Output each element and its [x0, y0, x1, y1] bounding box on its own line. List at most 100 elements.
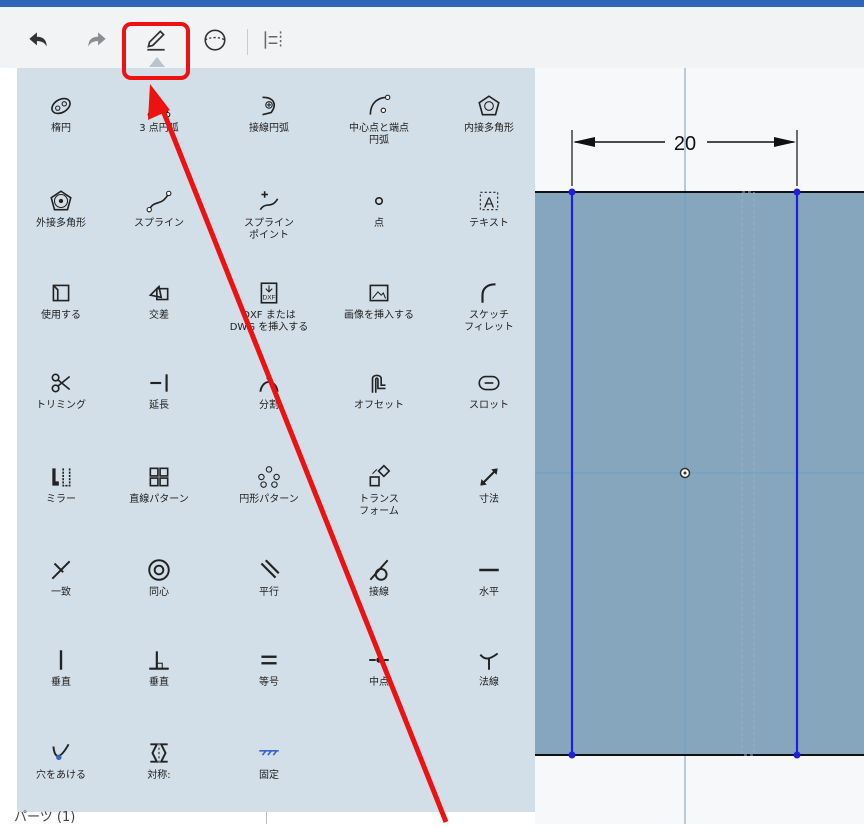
svg-text:A: A [484, 195, 495, 212]
text-icon: A [444, 187, 534, 215]
tool-use[interactable]: 使用する [16, 279, 106, 322]
parallel-icon [224, 556, 314, 584]
tool-label: 接線 [369, 587, 389, 598]
dimension-icon [444, 463, 534, 491]
tool-equal[interactable]: 等号 [224, 646, 314, 689]
parts-bar: パーツ (1) [0, 810, 535, 825]
tool-spline-point[interactable]: スプライン ポイント [224, 187, 314, 242]
linear-pattern-icon [114, 463, 204, 491]
tool-three-point-arc[interactable]: 3 点円弧 [114, 92, 204, 135]
ellipse-icon [16, 92, 106, 120]
tool-label: 内接多角形 [464, 123, 514, 134]
tool-label: 分割 [259, 400, 279, 411]
tool-horizontal[interactable]: 水平 [444, 556, 534, 599]
tool-label: 交差 [149, 310, 169, 321]
tool-center-arc[interactable]: 中心点と端点 円弧 [334, 92, 424, 147]
tool-label: 楕円 [51, 123, 71, 134]
spline-icon [114, 187, 204, 215]
sphere-icon[interactable] [198, 23, 232, 57]
sketch-canvas[interactable]: 20 [535, 68, 864, 824]
tool-transform[interactable]: トランス フォーム [334, 463, 424, 518]
dimension-arrow-left [573, 137, 595, 147]
tool-symmetric[interactable]: 対称: [114, 739, 204, 782]
tool-label: 等号 [259, 677, 279, 688]
tool-tangent-arc[interactable]: 接線円弧 [224, 92, 314, 135]
perpendicular-icon [114, 646, 204, 674]
trim-icon [16, 369, 106, 397]
tool-label: 3 点円弧 [139, 123, 179, 134]
use-icon [16, 279, 106, 307]
tool-extend[interactable]: 延長 [114, 369, 204, 412]
tool-linear-pattern[interactable]: 直線パターン [114, 463, 204, 506]
tool-label: 外接多角形 [36, 218, 86, 229]
tool-inscribed-polygon[interactable]: 内接多角形 [444, 92, 534, 135]
tool-label: DXF または DWG を挿入する [229, 310, 309, 333]
tool-tangent[interactable]: 接線 [334, 556, 424, 599]
tool-label: 垂直 [149, 677, 169, 688]
tool-label: 水平 [479, 587, 499, 598]
tool-slot[interactable]: スロット [444, 369, 534, 412]
normal-icon [444, 646, 534, 674]
list-icon[interactable] [256, 23, 290, 57]
tool-midpoint[interactable]: 中点 [334, 646, 424, 689]
undo-icon[interactable] [21, 23, 55, 57]
tool-spline[interactable]: スプライン [114, 187, 204, 230]
pierce-icon [16, 739, 106, 767]
divider [266, 812, 267, 824]
tool-label: 法線 [479, 677, 499, 688]
dxf-icon: DXF [224, 279, 314, 307]
fillet-icon [444, 279, 534, 307]
concentric-icon [114, 556, 204, 584]
tool-point[interactable]: 点 [334, 187, 424, 230]
tool-concentric[interactable]: 同心 [114, 556, 204, 599]
tool-circumscribed-polygon[interactable]: 外接多角形 [16, 187, 106, 230]
tool-image[interactable]: 画像を挿入する [334, 279, 424, 322]
tool-label: テキスト [469, 218, 509, 229]
parts-label[interactable]: パーツ (1) [14, 806, 75, 825]
tool-label: 画像を挿入する [344, 310, 414, 321]
tool-circular-pattern[interactable]: 円形パターン [224, 463, 314, 506]
tool-vertical[interactable]: 垂直 [16, 646, 106, 689]
tool-label: 同心 [149, 587, 169, 598]
tool-label: 固定 [259, 770, 279, 781]
svg-text:DXF: DXF [263, 295, 276, 302]
tool-label: 垂直 [51, 677, 71, 688]
tool-coincident[interactable]: 一致 [16, 556, 106, 599]
top-accent-line [0, 0, 864, 7]
tool-fix[interactable]: 固定 [224, 739, 314, 782]
tool-label: ミラー [46, 494, 76, 505]
tool-dimension[interactable]: 寸法 [444, 463, 534, 506]
tool-dxf[interactable]: DXF DXF または DWG を挿入する [224, 279, 314, 334]
circular-pattern-icon [224, 463, 314, 491]
tool-label: 穴をあける [36, 770, 86, 781]
equal-icon [224, 646, 314, 674]
tool-parallel[interactable]: 平行 [224, 556, 314, 599]
tool-pierce[interactable]: 穴をあける [16, 739, 106, 782]
vertex-point [793, 188, 801, 196]
tool-label: スプライン ポイント [244, 218, 294, 241]
tool-offset[interactable]: オフセット [334, 369, 424, 412]
tool-ellipse[interactable]: 楕円 [16, 92, 106, 135]
tool-text[interactable]: A テキスト [444, 187, 534, 230]
tool-label: 円形パターン [239, 494, 299, 505]
mirror-icon [16, 463, 106, 491]
redo-icon[interactable] [80, 23, 114, 57]
tool-label: スロット [469, 400, 509, 411]
slot-icon [444, 369, 534, 397]
tool-label: 接線円弧 [249, 123, 289, 134]
tool-intersect[interactable]: 交差 [114, 279, 204, 322]
spline-point-icon [224, 187, 314, 215]
tool-normal[interactable]: 法線 [444, 646, 534, 689]
intersect-icon [114, 279, 204, 307]
tool-trim[interactable]: トリミング [16, 369, 106, 412]
tool-label: 寸法 [479, 494, 499, 505]
tool-split[interactable]: 分割 [224, 369, 314, 412]
tool-perpendicular[interactable]: 垂直 [114, 646, 204, 689]
tool-mirror[interactable]: ミラー [16, 463, 106, 506]
tool-fillet[interactable]: スケッチ フィレット [444, 279, 534, 334]
tangent-arc-icon [224, 92, 314, 120]
tool-label: 延長 [149, 400, 169, 411]
midpoint-icon [334, 646, 424, 674]
dimension-value: 20 [674, 133, 696, 155]
horizontal-icon [444, 556, 534, 584]
